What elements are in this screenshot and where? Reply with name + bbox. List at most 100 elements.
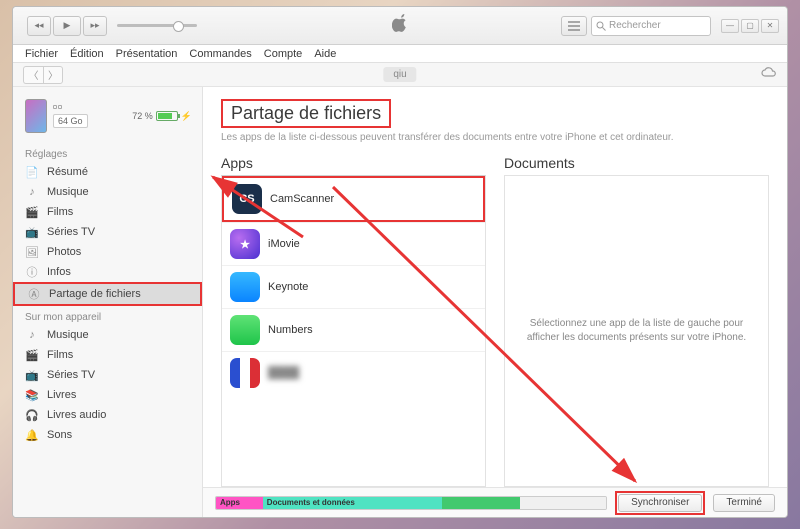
sidebar-icon: ⓘ: [25, 265, 39, 279]
app-item-unknown[interactable]: ████: [222, 351, 485, 394]
search-input[interactable]: Rechercher: [591, 16, 711, 36]
app-label: iMovie: [268, 238, 300, 250]
sidebar-label: Films: [47, 206, 73, 218]
window-controls: — ▢ ✕: [721, 19, 779, 33]
volume-slider[interactable]: [117, 24, 197, 27]
sidebar-head-settings: Réglages: [13, 143, 202, 162]
sidebar-icon: 📄: [25, 165, 39, 179]
nav-buttons: 〈 〉: [23, 66, 63, 84]
page-subtitle: Les apps de la liste ci-dessous peuvent …: [221, 132, 769, 143]
apps-list[interactable]: CSCamScanner ★ iMovie Keynote Numbers ████: [221, 175, 486, 487]
sidebar-label: Résumé: [47, 166, 88, 178]
documents-column: Documents Sélectionnez une app de la lis…: [504, 155, 769, 487]
battery-status: 72 % ⚡: [132, 111, 192, 122]
sidebar-label: Livres: [47, 389, 76, 401]
storage-seg-docs: Documents et données: [263, 497, 442, 509]
app-icon: ★: [230, 229, 260, 259]
sidebar-label: Sons: [47, 429, 72, 441]
sidebar-label: Musique: [47, 329, 89, 341]
menu-controls[interactable]: Commandes: [189, 48, 251, 60]
sidebar: 64 Go 72 % ⚡ Réglages 📄Résumé♪Musique🎬Fi…: [13, 87, 203, 517]
sidebar-icon: 📚: [25, 388, 39, 402]
content-header: Partage de fichiers Les apps de la liste…: [203, 87, 787, 147]
storage-bar: Apps Documents et données: [215, 496, 607, 510]
sidebar-item-musique[interactable]: ♪ Musique: [13, 325, 202, 345]
sync-button[interactable]: Synchroniser: [618, 494, 702, 512]
menu-edit[interactable]: Édition: [70, 48, 104, 60]
sidebar-item-livres[interactable]: 📚 Livres: [13, 385, 202, 405]
toolbar: ◂◂ ▶ ▸▸ Rechercher — ▢ ✕: [13, 7, 787, 45]
sidebar-icon: ♪: [25, 185, 39, 199]
play-button[interactable]: ▶: [53, 16, 81, 36]
menu-view[interactable]: Présentation: [116, 48, 178, 60]
sidebar-item-photos[interactable]: 🖼 Photos: [13, 242, 202, 262]
storage-seg-free: [520, 497, 606, 509]
done-button[interactable]: Terminé: [713, 494, 775, 512]
menu-file[interactable]: Fichier: [25, 48, 58, 60]
toolbar-right: Rechercher — ▢ ✕: [561, 16, 779, 36]
page-title: Partage de fichiers: [223, 101, 389, 126]
sidebar-label: Livres audio: [47, 409, 106, 421]
sidebar-item-livres-audio[interactable]: 🎧Livres audio: [13, 405, 202, 425]
sidebar-label: Musique: [47, 186, 89, 198]
app-icon: [230, 315, 260, 345]
sidebar-item-séries-tv[interactable]: 📺Séries TV: [13, 222, 202, 242]
documents-placeholder: Sélectionnez une app de la liste de gauc…: [504, 175, 769, 487]
sidebar-label: Partage de fichiers: [49, 288, 141, 300]
sidebar-label: Photos: [47, 246, 81, 258]
content: Partage de fichiers Les apps de la liste…: [203, 87, 787, 517]
device-tab[interactable]: qiu: [383, 67, 416, 82]
sidebar-label: Infos: [47, 266, 71, 278]
sidebar-label: Films: [47, 349, 73, 361]
app-label: ████: [268, 367, 299, 379]
next-button[interactable]: ▸▸: [83, 16, 107, 36]
app-item-numbers[interactable]: Numbers: [222, 308, 485, 351]
prev-button[interactable]: ◂◂: [27, 16, 51, 36]
sidebar-icon: 📺: [25, 368, 39, 382]
app-icon: [230, 358, 260, 388]
cloud-icon[interactable]: [761, 67, 777, 82]
columns: Apps CSCamScanner ★ iMovie Keynote Numbers ██…: [203, 147, 787, 487]
maximize-button[interactable]: ▢: [741, 19, 759, 33]
sidebar-icon: 🖼: [25, 245, 39, 259]
sidebar-item-infos[interactable]: ⓘ Infos: [13, 262, 202, 282]
sidebar-label: Séries TV: [47, 369, 95, 381]
sidebar-item-partage-de-fichiers[interactable]: Ⓐ Partage de fichiers: [13, 282, 202, 306]
sidebar-icon: 📺: [25, 225, 39, 239]
menu-help[interactable]: Aide: [314, 48, 336, 60]
footer: Apps Documents et données Synchroniser T…: [203, 487, 787, 517]
app-item-imovie[interactable]: ★ iMovie: [222, 222, 485, 265]
app-item-camscanner[interactable]: CSCamScanner: [222, 176, 485, 222]
device-capacity: 64 Go: [53, 114, 88, 128]
forward-button[interactable]: 〉: [43, 66, 63, 84]
menu-account[interactable]: Compte: [264, 48, 303, 60]
sidebar-item-films[interactable]: 🎬 Films: [13, 202, 202, 222]
sidebar-icon: ♪: [25, 328, 39, 342]
sidebar-icon: Ⓐ: [27, 287, 41, 301]
apps-column: Apps CSCamScanner ★ iMovie Keynote Numbers ██…: [221, 155, 486, 487]
battery-icon: [156, 111, 178, 121]
storage-seg-apps: Apps: [216, 497, 263, 509]
minimize-button[interactable]: —: [721, 19, 739, 33]
annotation-title-box: Partage de fichiers: [221, 99, 391, 128]
itunes-window: ◂◂ ▶ ▸▸ Rechercher — ▢ ✕ Fichier Édition: [12, 6, 788, 518]
sidebar-item-sons[interactable]: 🔔Sons: [13, 425, 202, 445]
sidebar-item-films[interactable]: 🎬Films: [13, 345, 202, 365]
sidebar-item-musique[interactable]: ♪ Musique: [13, 182, 202, 202]
app-label: CamScanner: [270, 193, 334, 205]
iphone-icon: [25, 99, 47, 133]
sidebar-icon: 🎬: [25, 205, 39, 219]
list-view-button[interactable]: [561, 16, 587, 36]
playback-controls: ◂◂ ▶ ▸▸: [27, 16, 107, 36]
storage-seg-other: [442, 497, 520, 509]
app-label: Numbers: [268, 324, 313, 336]
close-button[interactable]: ✕: [761, 19, 779, 33]
annotation-sync-box: Synchroniser: [615, 491, 705, 515]
app-item-keynote[interactable]: Keynote: [222, 265, 485, 308]
back-button[interactable]: 〈: [23, 66, 43, 84]
app-icon: [230, 272, 260, 302]
menubar: Fichier Édition Présentation Commandes C…: [13, 45, 787, 63]
apps-heading: Apps: [221, 155, 486, 171]
sidebar-item-résumé[interactable]: 📄 Résumé: [13, 162, 202, 182]
sidebar-item-séries-tv[interactable]: 📺 Séries TV: [13, 365, 202, 385]
